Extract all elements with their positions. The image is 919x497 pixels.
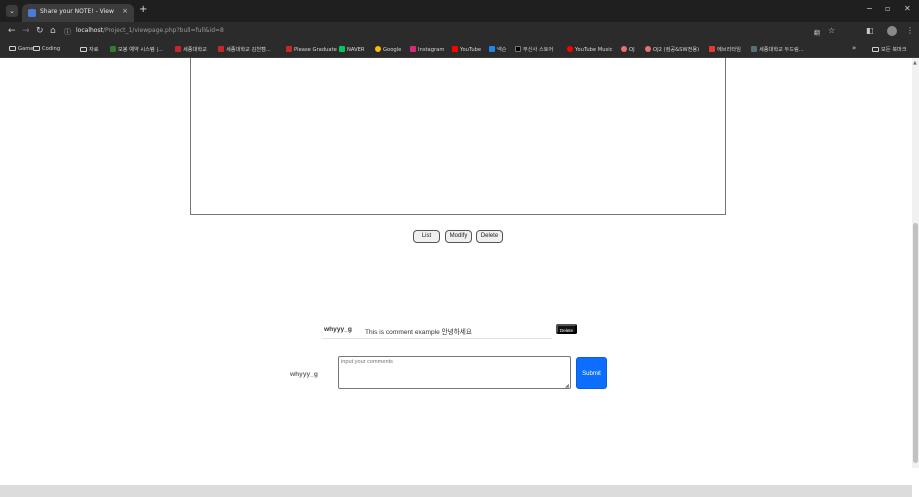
- site-icon: [751, 46, 757, 52]
- bookmark-item[interactable]: 세종대학교 김천캠...: [218, 46, 271, 53]
- bookmark-item[interactable]: Instagram: [410, 46, 444, 53]
- folder-icon: [9, 46, 16, 51]
- minimize-icon[interactable]: −: [866, 4, 873, 13]
- browser-toolbar: ← → ↻ ⌂ ⓘ localhost/Project_1/viewpage.p…: [0, 22, 919, 42]
- more-menu-icon[interactable]: ⋮: [906, 26, 914, 35]
- maximize-icon[interactable]: ▫: [885, 4, 890, 13]
- site-icon: [567, 46, 573, 52]
- vertical-scrollbar[interactable]: ▲: [912, 58, 919, 468]
- reload-icon[interactable]: ↻: [36, 26, 44, 36]
- site-icon: [375, 46, 381, 52]
- site-info-icon[interactable]: ⓘ: [64, 27, 71, 37]
- folder-icon: [33, 46, 40, 51]
- bookmark-item[interactable]: 모봉 예약 시스템 |...: [110, 46, 163, 53]
- bookmark-star-icon[interactable]: ☆: [828, 26, 835, 35]
- tab-title: Share your NOTE! - View: [40, 8, 114, 15]
- bookmark-folder-game[interactable]: Game: [9, 46, 33, 52]
- site-icon: [621, 46, 627, 52]
- folder-icon: [80, 47, 87, 52]
- site-icon: [452, 46, 458, 52]
- close-window-icon[interactable]: ✕: [904, 4, 911, 13]
- url-host: localhost: [76, 27, 103, 34]
- bookmark-item[interactable]: 에브리타임: [709, 46, 741, 53]
- browser-tab-bar: ⌄ Share your NOTE! - View × + − ▫ ✕: [0, 0, 919, 22]
- tab-close-icon[interactable]: ×: [122, 7, 128, 15]
- scroll-up-icon[interactable]: ▲: [913, 60, 917, 66]
- extensions-icon[interactable]: ◧: [866, 26, 874, 35]
- translate-icon[interactable]: 翻: [814, 28, 820, 37]
- delete-button[interactable]: Delete: [476, 230, 503, 243]
- list-button[interactable]: List: [413, 230, 440, 243]
- note-content-box: [190, 58, 726, 215]
- bookmark-folder-all[interactable]: 모든 북마크: [872, 46, 907, 53]
- modify-button[interactable]: Modify: [445, 230, 472, 243]
- browser-tab[interactable]: Share your NOTE! - View ×: [22, 4, 134, 22]
- comment-input[interactable]: [338, 356, 571, 389]
- submit-button[interactable]: Submit: [576, 357, 607, 389]
- bookmark-item[interactable]: YouTube: [452, 46, 481, 53]
- page-footer: [0, 485, 912, 497]
- bookmark-item[interactable]: Please Graduate: [286, 46, 337, 53]
- url-path: /Project_1/viewpage.php?bull=full&id=8: [102, 27, 224, 34]
- forward-icon[interactable]: →: [22, 26, 30, 36]
- folder-icon: [872, 47, 879, 52]
- site-icon: [110, 46, 116, 52]
- site-icon: [410, 46, 416, 52]
- site-icon: [339, 46, 345, 52]
- site-icon: [175, 46, 181, 52]
- home-icon[interactable]: ⌂: [50, 26, 56, 36]
- bookmark-folder-data[interactable]: 자료: [80, 46, 99, 53]
- comment-form-author: whyyy_g: [290, 371, 318, 378]
- bookmarks-overflow-icon[interactable]: »: [852, 44, 856, 52]
- bookmark-item[interactable]: 무신사 스토어: [515, 46, 553, 53]
- bookmark-folder-coding[interactable]: Coding: [33, 46, 60, 52]
- bookmark-item[interactable]: YouTube Music: [567, 46, 613, 53]
- bookmarks-bar: Game Coding 자료 모봉 예약 시스템 |... 세종대학교 세종대학…: [0, 42, 919, 58]
- bookmark-item[interactable]: NAVER: [339, 46, 365, 53]
- tab-favicon-icon: [28, 9, 36, 17]
- bookmark-item[interactable]: 세종대학교: [175, 46, 207, 53]
- bookmark-item[interactable]: Google: [375, 46, 401, 53]
- back-icon[interactable]: ←: [8, 26, 16, 36]
- comment-text: This is comment example 안녕하세요: [365, 329, 472, 336]
- comment-delete-button[interactable]: Delete: [556, 324, 577, 334]
- bookmark-item[interactable]: 넥슨: [489, 46, 507, 53]
- resize-grip-icon[interactable]: ◢: [565, 383, 569, 389]
- tab-search-icon[interactable]: ⌄: [6, 5, 18, 17]
- bookmark-item[interactable]: 세종대학교 두드림...: [751, 46, 804, 53]
- site-icon: [286, 46, 292, 52]
- site-icon: [645, 46, 651, 52]
- new-tab-icon[interactable]: +: [139, 4, 147, 15]
- scrollbar-thumb[interactable]: [913, 223, 918, 463]
- bookmark-item[interactable]: OJ: [621, 46, 635, 53]
- site-icon: [489, 46, 495, 52]
- page-content: List Modify Delete whyyy_g This is comme…: [0, 58, 912, 497]
- site-icon: [515, 46, 521, 52]
- address-bar[interactable]: localhost/Project_1/viewpage.php?bull=fu…: [76, 27, 224, 34]
- site-icon: [709, 46, 715, 52]
- bookmark-item[interactable]: OJ2 (컴공&SW전용): [645, 46, 699, 53]
- comment-divider: [322, 338, 552, 339]
- comment-author: whyyy_g: [324, 326, 352, 333]
- site-icon: [218, 46, 224, 52]
- profile-avatar[interactable]: [887, 26, 897, 36]
